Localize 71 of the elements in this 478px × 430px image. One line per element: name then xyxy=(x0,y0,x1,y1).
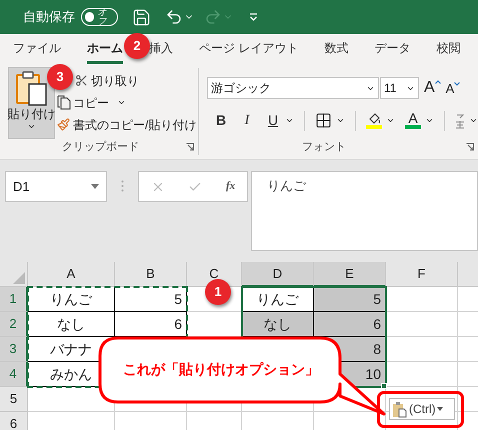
caret-icon xyxy=(117,98,126,107)
column-header[interactable]: F xyxy=(386,262,458,287)
row-header[interactable]: 5 xyxy=(0,387,28,412)
paste-button[interactable]: 貼り付け xyxy=(8,67,55,139)
borders-icon[interactable] xyxy=(315,112,332,129)
clipboard-icon xyxy=(14,70,50,106)
row-header[interactable]: 6 xyxy=(0,412,28,430)
ribbon-tab[interactable]: 挿入 xyxy=(149,34,173,64)
group-label: クリップボード xyxy=(62,140,139,154)
autosave-toggle[interactable]: オフ xyxy=(81,8,118,26)
ribbon-tab[interactable]: 数式 xyxy=(324,34,348,64)
paint-bucket-icon xyxy=(368,112,380,124)
caret-icon[interactable] xyxy=(425,116,434,125)
save-icon[interactable] xyxy=(132,8,151,26)
font-color-button[interactable]: A xyxy=(405,112,421,129)
scissors-icon xyxy=(75,74,88,87)
undo-icon[interactable] xyxy=(165,8,183,26)
table-cell: りんご xyxy=(242,287,314,312)
insert-function-button[interactable]: fx xyxy=(226,178,236,195)
ribbon-tab[interactable]: データ xyxy=(374,34,410,64)
toggle-label: オフ xyxy=(97,8,108,26)
name-box[interactable]: D1 xyxy=(5,171,107,202)
dropdown-icon xyxy=(436,407,443,411)
shrink-font-button[interactable]: A xyxy=(446,82,460,94)
font-color-bar xyxy=(405,125,421,129)
copy-button[interactable]: コピー xyxy=(57,92,196,113)
caret-icon xyxy=(27,122,36,131)
dialog-launcher-icon[interactable] xyxy=(186,143,194,151)
paintbrush-icon xyxy=(57,118,70,131)
caret-icon xyxy=(454,82,460,86)
font-name-field[interactable]: 游ゴシック xyxy=(207,77,379,99)
fill-color-bar xyxy=(366,124,382,128)
table-cell: 5 xyxy=(314,287,386,312)
table-cell: 6 xyxy=(115,312,187,337)
column-header[interactable]: E xyxy=(314,262,386,287)
format-painter-button[interactable]: 書式のコピー/貼り付け xyxy=(57,114,196,135)
dialog-launcher-icon[interactable] xyxy=(466,143,474,151)
grip-icon xyxy=(121,180,124,192)
formula-field[interactable]: りんご xyxy=(251,171,478,251)
italic-button[interactable]: I xyxy=(239,110,255,131)
bold-button[interactable]: B xyxy=(213,110,229,131)
paste-options-button[interactable]: (Ctrl) xyxy=(389,398,455,420)
fill-handle[interactable] xyxy=(381,383,387,389)
row-header[interactable]: 4 xyxy=(0,362,28,387)
cut-button[interactable]: 切り取り xyxy=(75,70,196,91)
underline-button[interactable]: U xyxy=(265,110,281,131)
customize-icon[interactable] xyxy=(249,13,258,21)
row-header[interactable]: 1 xyxy=(0,287,28,312)
group-label: フォント xyxy=(302,140,346,154)
table-cell: なし xyxy=(28,312,115,337)
fill-color-button[interactable] xyxy=(366,112,382,128)
caret-icon[interactable] xyxy=(285,116,294,125)
table-cell: りんご xyxy=(28,287,115,312)
caret-icon[interactable] xyxy=(469,116,478,125)
table-cell: 6 xyxy=(314,312,386,337)
dropdown-icon xyxy=(91,184,99,189)
row-header[interactable]: 2 xyxy=(0,312,28,337)
row-header[interactable]: 3 xyxy=(0,337,28,362)
copy-icon xyxy=(57,95,71,110)
caret-icon[interactable] xyxy=(336,116,345,125)
ribbon-tab[interactable]: ファイル xyxy=(13,34,61,64)
caret-icon xyxy=(434,80,441,84)
table-cell: なし xyxy=(242,312,314,337)
font-size-field[interactable]: 11 xyxy=(380,77,419,99)
ribbon-tab[interactable]: 校閲 xyxy=(436,34,460,64)
grow-font-button[interactable]: A xyxy=(424,80,441,96)
caret-icon[interactable] xyxy=(386,116,395,125)
autosave-label: 自動保存 xyxy=(23,8,75,26)
ribbon-tab[interactable]: ページ レイアウト xyxy=(199,34,298,64)
clipboard-icon xyxy=(392,400,408,418)
column-header[interactable]: D xyxy=(242,262,314,287)
